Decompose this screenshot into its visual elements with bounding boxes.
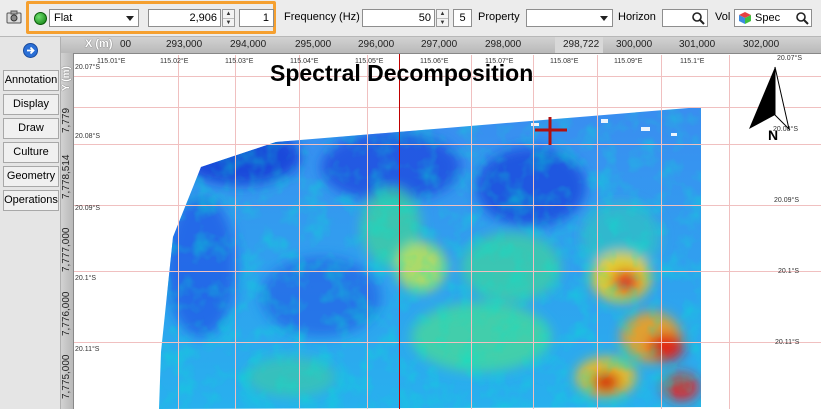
cursor-line	[399, 37, 400, 409]
x-tick: 295,000	[295, 39, 332, 50]
y-tick: 7,779	[61, 107, 72, 133]
lat-label-left: 20.09°S	[75, 205, 100, 212]
frequency-label: Frequency (Hz)	[284, 11, 360, 23]
lat-label-left: 20.11°S	[75, 346, 100, 353]
north-label: N	[768, 127, 779, 143]
lon-label: 115.08°E	[550, 58, 579, 65]
camera-icon[interactable]	[6, 10, 22, 24]
x-tick: 301,000	[679, 39, 716, 50]
x-axis-title: X (m)	[85, 38, 113, 50]
y-tick: 7,777,000	[61, 227, 72, 273]
frequency-step-value: 5	[459, 12, 466, 24]
y-axis-title: Y (m)	[61, 66, 72, 91]
vol-value: Spec	[755, 12, 781, 24]
x-tick: 293,000	[166, 39, 203, 50]
lat-label-left: 20.07°S	[75, 64, 100, 71]
grid-line	[729, 55, 730, 409]
value1-text: 2,906	[189, 12, 217, 24]
vol-search-field[interactable]: Spec	[734, 9, 812, 27]
value2-field[interactable]: 1	[239, 9, 274, 27]
x-tick: 294,000	[230, 39, 267, 50]
y-tick: 7,778,514	[61, 154, 72, 200]
frequency-field[interactable]: 50	[362, 9, 435, 27]
grid-line	[533, 55, 534, 409]
x-tick-cursor: 298,722	[563, 39, 600, 50]
grid-line	[299, 55, 300, 409]
property-label: Property	[478, 11, 520, 23]
x-tick: 302,000	[743, 39, 780, 50]
left-panel: Annotation Display Draw Culture Geometry…	[0, 37, 61, 409]
tab-culture[interactable]: Culture	[3, 142, 59, 163]
mode-dropdown-value: Flat	[54, 12, 73, 24]
horizon-label: Horizon	[618, 11, 656, 23]
value1-field[interactable]: 2,906	[148, 9, 221, 27]
lon-label: 115.09°E	[614, 58, 643, 65]
frequency-value: 50	[418, 12, 431, 24]
chevron-down-icon	[126, 16, 134, 21]
tab-display[interactable]: Display	[3, 94, 59, 115]
frequency-step-field[interactable]: 5	[453, 9, 472, 27]
lat-label-left: 20.08°S	[75, 133, 100, 140]
status-dot-icon	[34, 12, 47, 25]
grid-line	[235, 55, 236, 409]
lon-label: 115.03°E	[225, 58, 254, 65]
property-dropdown[interactable]	[526, 9, 613, 27]
horizon-search-field[interactable]	[662, 9, 708, 27]
y-tick: 7,776,000	[61, 291, 72, 337]
tab-draw[interactable]: Draw	[3, 118, 59, 139]
y-ruler: Y (m) 7,779 7,778,514 7,777,000 7,776,00…	[61, 53, 74, 409]
toolbar: Flat 2,906 ▲ ▼ 1 Frequency (Hz) 50 ▲ ▼ 5 P…	[0, 0, 821, 37]
search-icon[interactable]	[795, 11, 809, 25]
value2-text: 1	[262, 12, 269, 24]
x-tick: 300,000	[616, 39, 653, 50]
vol-label: Vol	[715, 11, 731, 23]
crosshair-cursor	[535, 117, 567, 145]
grid-line	[178, 55, 179, 409]
lat-label-left: 20.1°S	[75, 275, 97, 282]
lon-label: 115.02°E	[160, 58, 189, 65]
lat-label-right: 20.09°S	[774, 197, 799, 204]
grid-line	[61, 271, 821, 272]
map-title: Spectral Decomposition	[270, 60, 534, 86]
spectral-map-image	[159, 107, 701, 409]
lat-label-right: 20.07°S	[777, 55, 802, 62]
map-view[interactable]: X (m) 00 293,000 294,000 295,000 296,000…	[61, 37, 821, 409]
tab-geometry[interactable]: Geometry	[3, 166, 59, 187]
lat-label-right: 20.1°S	[778, 268, 800, 275]
cube-icon	[738, 11, 752, 25]
x-tick: 296,000	[358, 39, 395, 50]
lon-label: 115.01°E	[97, 58, 126, 65]
lon-label: 115.1°E	[680, 58, 705, 65]
value1-stepper[interactable]: ▲ ▼	[222, 9, 235, 27]
mode-dropdown[interactable]: Flat	[49, 9, 139, 27]
chevron-down-icon	[600, 16, 608, 21]
grid-line	[597, 55, 598, 409]
grid-line	[471, 55, 472, 409]
x-tick: 00	[120, 39, 132, 50]
grid-line	[367, 55, 368, 409]
x-tick: 298,000	[485, 39, 522, 50]
grid-line	[61, 144, 821, 145]
frequency-stepper[interactable]: ▲ ▼	[436, 9, 449, 27]
x-ruler: X (m) 00 293,000 294,000 295,000 296,000…	[61, 37, 821, 54]
lat-label-right: 20.11°S	[775, 339, 800, 346]
navigate-icon[interactable]	[23, 43, 38, 58]
grid-line	[61, 205, 821, 206]
tab-operations[interactable]: Operations	[3, 190, 59, 211]
y-tick: 7,775,000	[61, 354, 72, 400]
grid-line	[61, 107, 821, 108]
search-icon[interactable]	[691, 11, 705, 25]
grid-line	[61, 342, 821, 343]
x-tick: 297,000	[421, 39, 458, 50]
grid-line	[661, 55, 662, 409]
tab-annotation[interactable]: Annotation	[3, 70, 59, 91]
